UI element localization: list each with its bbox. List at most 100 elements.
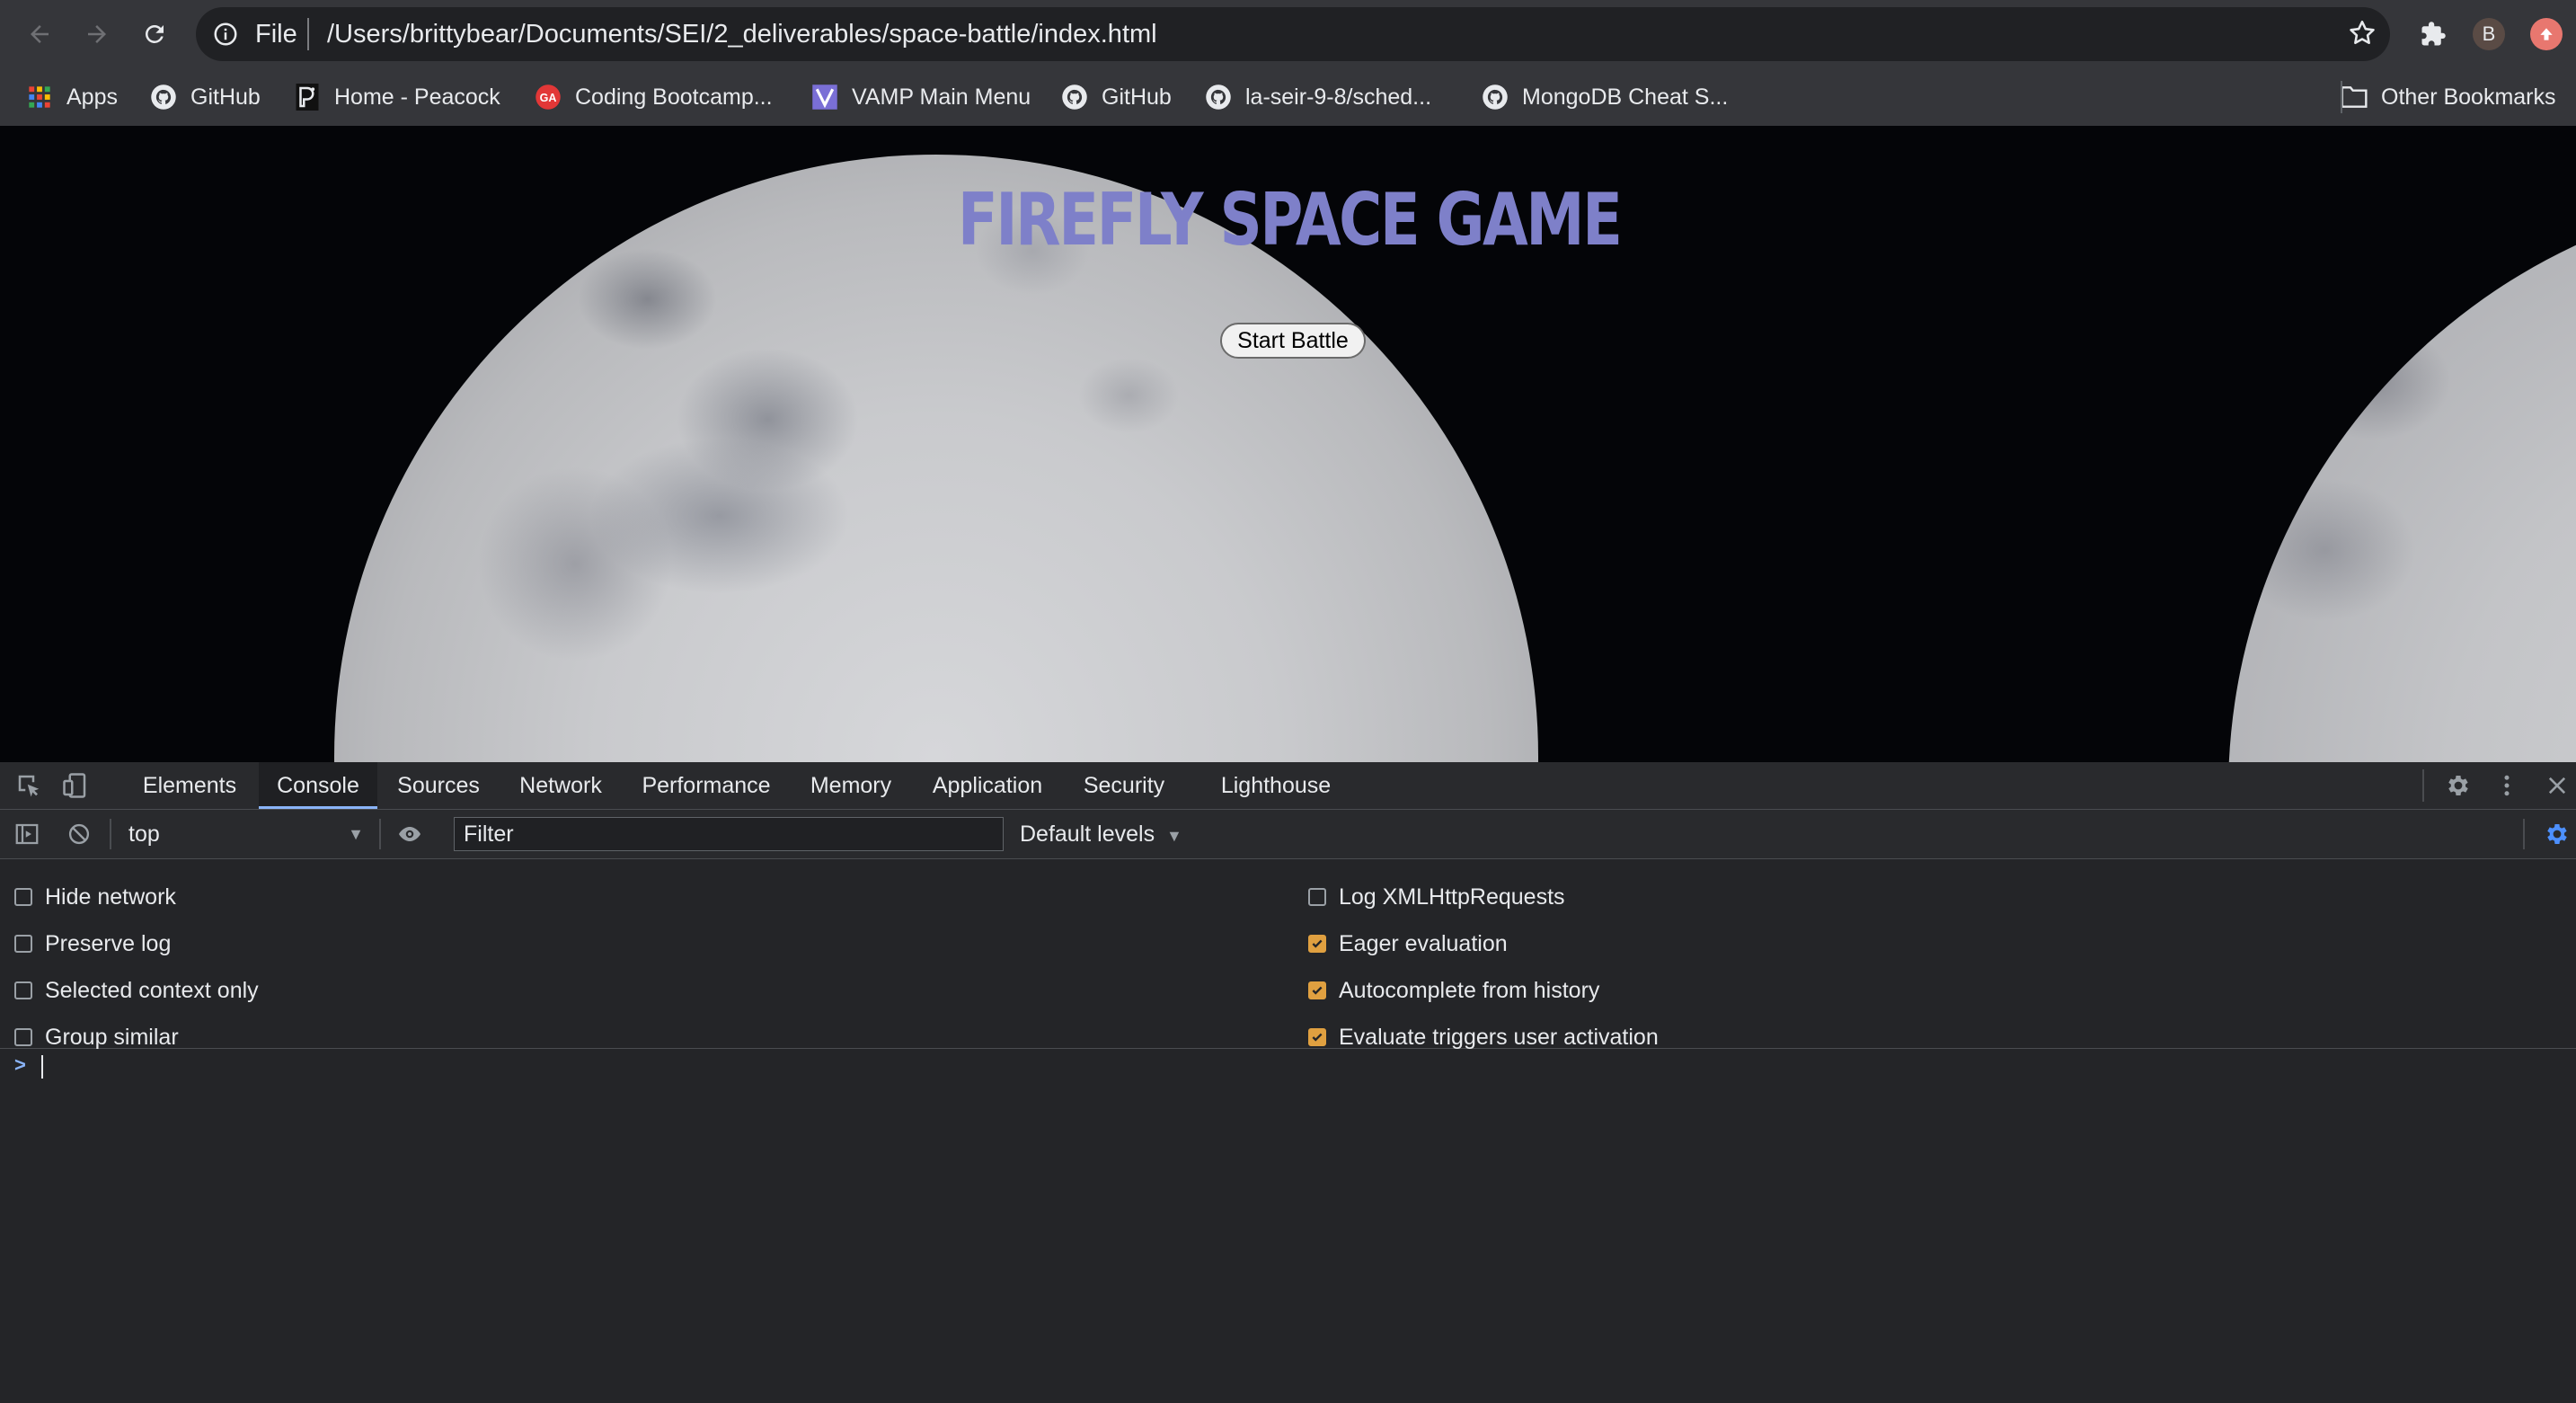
- option-selected-context-only[interactable]: Selected context only: [14, 977, 259, 1004]
- checkbox-group-similar[interactable]: [14, 1028, 32, 1046]
- star-icon[interactable]: [2347, 18, 2377, 53]
- toolbar-divider: [2523, 819, 2525, 849]
- option-preserve-log[interactable]: Preserve log: [14, 930, 171, 957]
- page-viewport: FIREFLY SPACE GAME Start Battle: [0, 126, 2576, 762]
- context-select-value: top: [128, 821, 160, 847]
- option-label: Log XMLHttpRequests: [1339, 884, 1565, 910]
- console-toolbar: top ▼ Default levels ▼: [0, 810, 2576, 859]
- context-select[interactable]: top ▼: [128, 819, 367, 849]
- bookmark-other[interactable]: Other Bookmarks: [2340, 79, 2556, 115]
- option-label: Eager evaluation: [1339, 930, 1508, 956]
- dropdown-arrow-icon: ▼: [1166, 827, 1182, 845]
- tab-security[interactable]: Security: [1066, 762, 1182, 809]
- more-vert-icon[interactable]: [2491, 769, 2523, 802]
- info-icon[interactable]: [212, 21, 239, 52]
- log-levels-label: Default levels: [1020, 821, 1155, 847]
- tab-lighthouse[interactable]: Lighthouse: [1204, 762, 1348, 809]
- bookmark-mongodb[interactable]: MongoDB Cheat S...: [1481, 79, 1728, 115]
- bookmark-label: la-seir-9-8/sched...: [1245, 84, 1432, 110]
- reload-icon[interactable]: [137, 16, 173, 52]
- tab-sources[interactable]: Sources: [385, 762, 492, 809]
- bookmark-github[interactable]: GitHub: [149, 79, 261, 115]
- tab-memory[interactable]: Memory: [794, 762, 907, 809]
- close-icon[interactable]: [2541, 769, 2573, 802]
- github-icon: [1204, 83, 1233, 111]
- inspect-element-icon[interactable]: [13, 769, 45, 802]
- tab-performance[interactable]: Performance: [629, 762, 783, 809]
- address-divider: [307, 18, 309, 50]
- option-label: Selected context only: [45, 977, 259, 1003]
- bookmark-coding-bootcamp[interactable]: GA Coding Bootcamp...: [534, 79, 773, 115]
- tab-elements[interactable]: Elements: [126, 762, 253, 809]
- extensions-icon[interactable]: [2415, 16, 2451, 52]
- eye-icon[interactable]: [394, 818, 426, 850]
- tab-network[interactable]: Network: [503, 762, 618, 809]
- toolbar-divider: [110, 819, 111, 849]
- dropdown-arrow-icon: ▼: [348, 825, 364, 843]
- bookmark-la-seir[interactable]: la-seir-9-8/sched...: [1204, 79, 1431, 115]
- checkbox-evaluate-triggers-user-activation[interactable]: [1308, 1028, 1326, 1046]
- bookmark-label: Other Bookmarks: [2381, 84, 2556, 110]
- devtools-tab-bar: Elements Console Sources Network Perform…: [0, 762, 2576, 810]
- profile-avatar[interactable]: B: [2473, 18, 2505, 50]
- tab-application[interactable]: Application: [920, 762, 1055, 809]
- github-icon: [1060, 83, 1089, 111]
- option-label: Group similar: [45, 1024, 179, 1050]
- option-log-xmlhttprequests[interactable]: Log XMLHttpRequests: [1308, 884, 1565, 910]
- bookmark-label: VAMP Main Menu: [852, 84, 1031, 110]
- console-prompt[interactable]: >: [0, 1050, 2576, 1086]
- start-battle-button[interactable]: Start Battle: [1220, 323, 1366, 359]
- checkbox-eager-evaluation[interactable]: [1308, 935, 1326, 953]
- vamp-icon: [810, 83, 839, 111]
- address-url[interactable]: /Users/brittybear/Documents/SEI/2_delive…: [327, 20, 1157, 49]
- log-levels-dropdown[interactable]: Default levels ▼: [1020, 819, 1182, 851]
- peacock-icon: [293, 83, 322, 111]
- console-settings-pane: Hide network Preserve log Selected conte…: [0, 859, 2576, 1051]
- option-label: Hide network: [45, 884, 176, 910]
- update-icon[interactable]: [2530, 18, 2563, 50]
- option-hide-network[interactable]: Hide network: [14, 884, 176, 910]
- option-evaluate-triggers-user-activation[interactable]: Evaluate triggers user activation: [1308, 1024, 1659, 1051]
- bookmark-label: Coding Bootcamp...: [575, 84, 773, 110]
- github-icon: [149, 83, 178, 111]
- bookmark-vamp[interactable]: VAMP Main Menu: [810, 79, 1031, 115]
- bookmark-peacock[interactable]: Home - Peacock: [293, 79, 500, 115]
- bookmark-label: MongoDB Cheat S...: [1522, 84, 1729, 110]
- bookmarks-bar: Apps GitHub Home - Peacock GA Coding Boo…: [0, 68, 2576, 126]
- checkbox-preserve-log[interactable]: [14, 935, 32, 953]
- option-label: Preserve log: [45, 930, 172, 956]
- back-icon[interactable]: [22, 16, 58, 52]
- option-group-similar[interactable]: Group similar: [14, 1024, 179, 1051]
- folder-icon: [2340, 83, 2368, 111]
- ga-icon: GA: [534, 83, 562, 111]
- option-label: Evaluate triggers user activation: [1339, 1024, 1659, 1050]
- bookmarks-divider: [2341, 81, 2342, 113]
- device-toolbar-icon[interactable]: [59, 769, 92, 802]
- console-settings-gear-icon[interactable]: [2541, 818, 2573, 850]
- bookmark-label: GitHub: [1102, 84, 1172, 110]
- bookmark-label: Apps: [66, 84, 118, 110]
- gear-icon[interactable]: [2442, 769, 2474, 802]
- option-autocomplete-from-history[interactable]: Autocomplete from history: [1308, 977, 1599, 1004]
- apps-grid-icon: [25, 83, 54, 111]
- address-bar[interactable]: File /Users/brittybear/Documents/SEI/2_d…: [196, 7, 2390, 61]
- checkbox-autocomplete-from-history[interactable]: [1308, 981, 1326, 999]
- tab-bar-divider: [2422, 769, 2424, 802]
- checkbox-log-xmlhttprequests[interactable]: [1308, 888, 1326, 906]
- clear-console-icon[interactable]: [63, 818, 95, 850]
- check-icon: [1312, 939, 1323, 948]
- forward-icon[interactable]: [79, 16, 115, 52]
- checkbox-selected-context-only[interactable]: [14, 981, 32, 999]
- prompt-chevron-icon: >: [14, 1053, 26, 1076]
- github-icon: [1481, 83, 1509, 111]
- bookmark-github-2[interactable]: GitHub: [1060, 79, 1172, 115]
- moon-background-image-right: [2228, 189, 2576, 762]
- option-eager-evaluation[interactable]: Eager evaluation: [1308, 930, 1508, 957]
- sidebar-toggle-icon[interactable]: [11, 818, 43, 850]
- checkbox-hide-network[interactable]: [14, 888, 32, 906]
- tab-console[interactable]: Console: [259, 762, 377, 809]
- prompt-caret: [41, 1055, 43, 1079]
- filter-input[interactable]: [454, 817, 1004, 851]
- bookmark-apps[interactable]: Apps: [25, 79, 118, 115]
- browser-toolbar: File /Users/brittybear/Documents/SEI/2_d…: [0, 0, 2576, 68]
